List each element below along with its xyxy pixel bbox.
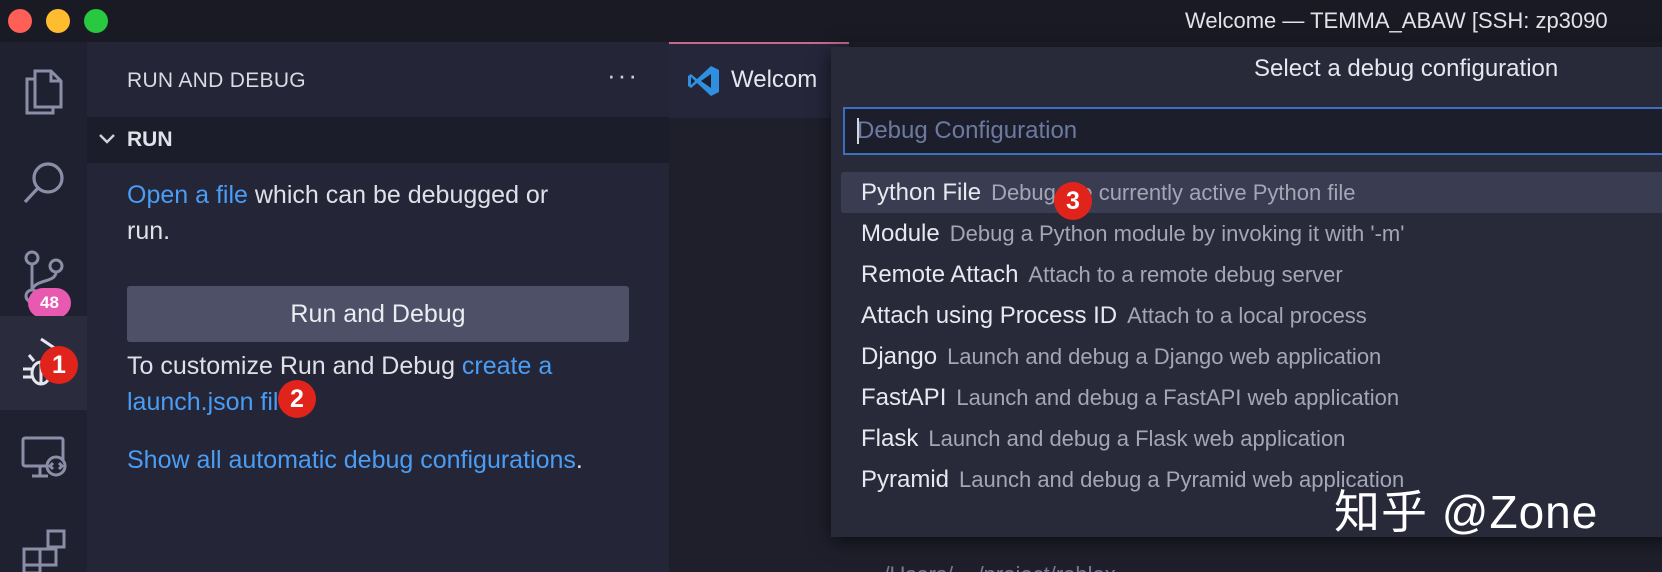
zoom-window-button[interactable] xyxy=(84,9,108,33)
open-file-text: which can be debugged or xyxy=(247,181,549,209)
item-label: Flask xyxy=(861,425,919,452)
show-all-period: . xyxy=(575,446,583,474)
activity-bar: 48 xyxy=(0,42,87,572)
quick-pick-item-django[interactable]: Django Launch and debug a Django web appl… xyxy=(841,336,1662,377)
item-label: Module xyxy=(861,220,940,247)
debug-configuration-field[interactable] xyxy=(845,109,1662,153)
item-label: Remote Attach xyxy=(861,261,1019,288)
minimize-window-button[interactable] xyxy=(46,9,70,33)
open-file-message: Open a file which can be debugged or run… xyxy=(127,177,548,249)
quick-pick-item-attach-process[interactable]: Attach using Process ID Attach to a local… xyxy=(841,295,1662,336)
more-actions-button[interactable]: ··· xyxy=(607,60,639,91)
activity-search[interactable] xyxy=(0,136,87,230)
quick-pick-item-python-file[interactable]: Python File Debug the currently active Py… xyxy=(841,172,1662,213)
quick-pick-item-flask[interactable]: Flask Launch and debug a Flask web applic… xyxy=(841,418,1662,459)
customize-message: To customize Run and Debug create a laun… xyxy=(127,348,552,420)
activity-explorer[interactable] xyxy=(0,42,87,136)
quick-pick-list: Python File Debug the currently active Py… xyxy=(841,172,1662,500)
item-description: Attach to a local process xyxy=(1127,303,1367,328)
annotation-marker-3: 3 xyxy=(1054,182,1092,220)
debug-config-quick-pick: Select a debug configuration Python File… xyxy=(831,47,1662,537)
tab-label: Welcom xyxy=(731,66,818,93)
quick-pick-item-fastapi[interactable]: FastAPI Launch and debug a FastAPI web ap… xyxy=(841,377,1662,418)
search-icon xyxy=(23,162,64,204)
debug-configuration-input[interactable] xyxy=(843,107,1662,155)
item-description: Launch and debug a Django web applicatio… xyxy=(947,344,1382,369)
customize-text: To customize Run and Debug xyxy=(127,352,462,380)
quick-pick-item-remote-attach[interactable]: Remote Attach Attach to a remote debug se… xyxy=(841,254,1662,295)
run-section-label: RUN xyxy=(127,128,173,151)
editor-partial-text: ... /Users/... /project/roblox xyxy=(859,562,1116,572)
source-control-badge: 48 xyxy=(28,288,71,318)
item-label: Django xyxy=(861,343,938,370)
activity-remote-explorer[interactable] xyxy=(0,410,87,504)
quick-pick-title: Select a debug configuration xyxy=(1254,55,1559,82)
create-launch-json-link[interactable]: create a xyxy=(462,352,552,380)
sidebar-title: RUN AND DEBUG xyxy=(127,69,306,92)
run-and-debug-button[interactable]: Run and Debug xyxy=(127,286,629,342)
remote-explorer-icon xyxy=(21,436,66,478)
item-label: Python File xyxy=(861,179,982,206)
close-window-button[interactable] xyxy=(8,9,32,33)
item-label: Pyramid xyxy=(861,466,950,493)
watermark: 知乎 @Zone xyxy=(1334,486,1599,538)
item-description: Debug a Python module by invoking it wit… xyxy=(949,221,1405,246)
open-file-text-2: run. xyxy=(127,217,171,245)
chevron-down-icon xyxy=(99,134,115,144)
open-file-link[interactable]: Open a file xyxy=(127,181,248,209)
item-label: FastAPI xyxy=(861,384,947,411)
show-all-configurations-link[interactable]: Show all automatic debug configurations xyxy=(127,446,576,474)
activity-extensions[interactable] xyxy=(0,504,87,572)
title-bar: Welcome — TEMMA_ABAW [SSH: zp3090 xyxy=(0,0,1662,42)
sidebar-header: RUN AND DEBUG ··· xyxy=(87,42,669,117)
run-debug-sidebar: RUN AND DEBUG ··· RUN Open a file which … xyxy=(87,42,669,572)
tab-welcome[interactable]: Welcom xyxy=(669,42,849,118)
run-section-header[interactable]: RUN xyxy=(87,117,669,163)
text-caret xyxy=(857,118,859,144)
show-all-message: Show all automatic debug configurations. xyxy=(127,442,583,478)
item-description: Launch and debug a Flask web application xyxy=(928,426,1346,451)
vscode-icon xyxy=(688,66,719,96)
quick-pick-item-module[interactable]: Module Debug a Python module by invoking … xyxy=(841,213,1662,254)
extensions-icon xyxy=(22,529,65,572)
item-description: Launch and debug a FastAPI web applicati… xyxy=(956,385,1400,410)
window-title: Welcome — TEMMA_ABAW [SSH: zp3090 xyxy=(1185,8,1608,33)
item-label: Attach using Process ID xyxy=(861,302,1118,329)
annotation-marker-1: 1 xyxy=(40,346,78,384)
create-launch-json-link-2[interactable]: launch.json fil xyxy=(127,388,278,416)
annotation-marker-2: 2 xyxy=(278,380,316,418)
item-description: Debug the currently active Python file xyxy=(991,180,1356,205)
item-description: Attach to a remote debug server xyxy=(1028,262,1343,287)
files-icon xyxy=(25,69,62,115)
